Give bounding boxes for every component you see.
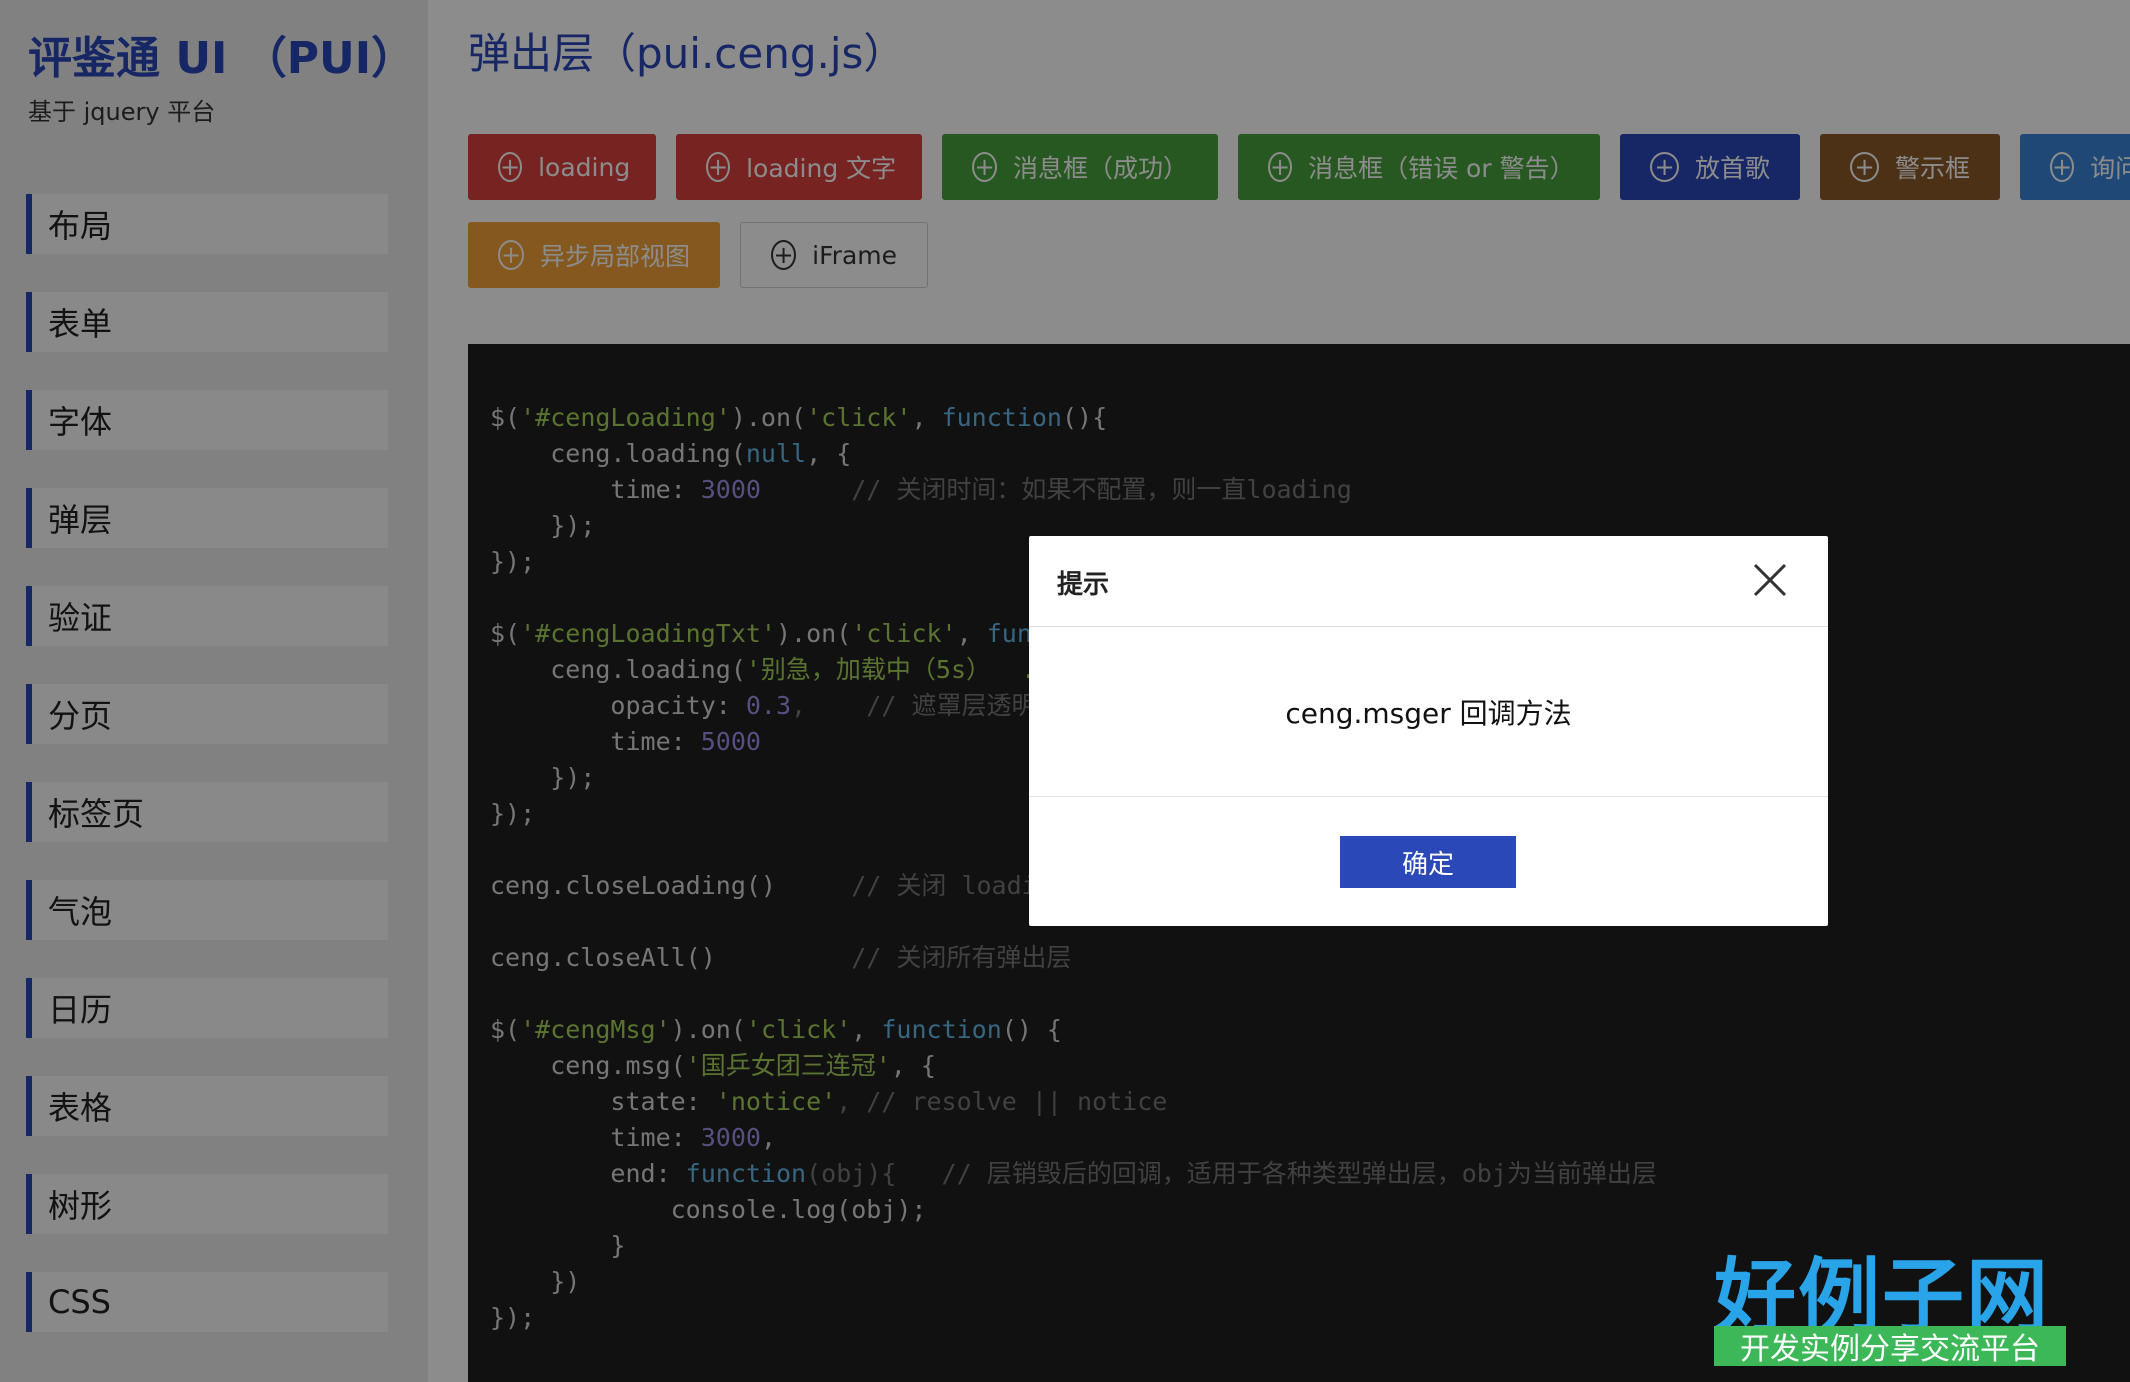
- ok-button[interactable]: 确定: [1340, 836, 1516, 888]
- close-icon[interactable]: [1752, 562, 1788, 598]
- dialog-divider: [1029, 626, 1828, 627]
- site-logo: 好例子网 开发实例分享交流平台: [1706, 1230, 2066, 1370]
- message-dialog: 提示 ceng.msger 回调方法 确定: [1029, 536, 1828, 926]
- dialog-title: 提示: [1057, 570, 1110, 600]
- logo-tagline: 开发实例分享交流平台: [1714, 1326, 2066, 1367]
- dialog-divider: [1029, 796, 1828, 797]
- dialog-message: ceng.msger 回调方法: [1285, 697, 1572, 730]
